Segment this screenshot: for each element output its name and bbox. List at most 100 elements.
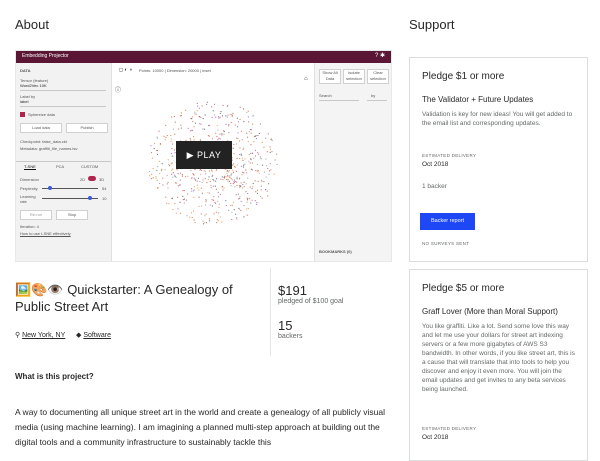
scatter-point [237, 198, 240, 200]
scatter-point [202, 179, 204, 181]
show-all-data-button[interactable]: Show All Data [319, 69, 341, 84]
scatter-point [172, 208, 174, 211]
scatter-point [212, 185, 214, 187]
scatter-point [230, 174, 232, 176]
scatter-point [240, 130, 243, 132]
scatter-point [173, 149, 176, 151]
scatter-point [156, 187, 159, 189]
scatter-point [156, 169, 158, 172]
projector-data-panel: DATA Tensor (feature) Word2Vec 10K Label… [16, 63, 112, 261]
tab-pca[interactable]: PCA [56, 164, 64, 169]
scatter-point [166, 134, 168, 137]
publish-button[interactable]: Publish [66, 123, 108, 133]
pledge-card-2[interactable]: Pledge $5 or more Graff Lover (More than… [409, 269, 588, 461]
scatter-point [187, 175, 189, 177]
scatter-point [216, 222, 218, 224]
scatter-point [192, 190, 194, 192]
scatter-point [161, 168, 163, 170]
backer-report-button[interactable]: Backer report [420, 213, 475, 230]
about-heading: About [15, 17, 49, 32]
scatter-point [247, 110, 249, 112]
scatter-point [228, 169, 231, 172]
scatter-point [202, 223, 205, 225]
project-location-link[interactable]: ⚲ New York, NY [15, 331, 65, 339]
scatter-point [190, 169, 192, 172]
scatter-point [162, 184, 164, 186]
isolate-selection-button[interactable]: Isolate selection [343, 69, 365, 84]
scatter-point [216, 135, 218, 138]
scatter-point [227, 180, 229, 182]
scatter-point [240, 182, 242, 184]
scatter-point [206, 103, 208, 105]
tsne-help-link[interactable]: How to use t-SNE effectively [20, 231, 71, 236]
scatter-point [212, 110, 214, 112]
load-data-button[interactable]: Load data [20, 123, 62, 133]
tab-custom[interactable]: CUSTOM [81, 164, 98, 169]
scatter-point [150, 178, 153, 180]
tensor-select[interactable]: Word2Vec 10K [20, 83, 47, 88]
scatter-point [232, 169, 234, 171]
scatter-point [226, 170, 229, 172]
scatter-point [189, 216, 191, 218]
scatter-point [239, 153, 241, 156]
scatter-point [219, 138, 221, 140]
scatter-point [233, 143, 235, 146]
scatter-point [209, 218, 211, 220]
scatter-point [247, 141, 249, 143]
perplexity-value: 54 [102, 186, 107, 191]
scatter-point [261, 164, 264, 166]
search-input[interactable]: Search [319, 93, 332, 98]
scatter-point [242, 108, 245, 110]
scatter-point [276, 153, 278, 155]
scatter-point [227, 114, 229, 116]
play-icon: ▶ [186, 150, 195, 160]
scatter-point [239, 185, 241, 187]
scatter-point [183, 189, 185, 192]
pledge-card-1[interactable]: Pledge $1 or more The Validator + Future… [409, 57, 588, 262]
scatter-point [161, 169, 163, 172]
scatter-point [167, 181, 169, 183]
sphereize-checkbox[interactable] [20, 112, 25, 117]
scatter-point [265, 158, 267, 160]
scatter-point [219, 193, 221, 196]
delivery-label: ESTIMATED DELIVERY [422, 426, 477, 431]
scatter-point [217, 191, 219, 193]
perplexity-slider[interactable] [48, 186, 52, 190]
scatter-point [214, 185, 216, 187]
stop-button[interactable]: Stop [56, 210, 88, 220]
rerun-button[interactable]: Re-run [20, 210, 52, 220]
scatter-point [264, 137, 267, 139]
dim-2d-option[interactable]: 2D [80, 177, 85, 182]
scatter-point [250, 168, 253, 170]
label-by-select[interactable]: label [20, 99, 28, 104]
clear-selection-button[interactable]: Clear selection [367, 69, 389, 84]
scatter-point [156, 149, 158, 152]
scatter-point [159, 182, 161, 185]
tab-tsne[interactable]: T-SNE [24, 164, 36, 170]
project-video[interactable]: Embedding Projector ? ✱ DATA Tensor (fea… [15, 50, 392, 262]
scatter-point [174, 174, 176, 176]
scatter-point [255, 137, 258, 140]
scatter-point [209, 204, 211, 206]
scatter-point [223, 177, 226, 179]
scatter-point [242, 183, 244, 186]
scatter-point [225, 176, 227, 178]
scatter-point [191, 177, 193, 179]
bookmarks-label[interactable]: BOOKMARKS (0) [319, 249, 352, 254]
search-by-select[interactable]: by [371, 93, 375, 98]
scatter-point [168, 163, 170, 165]
dim-3d-option[interactable]: 3D [99, 177, 104, 182]
project-category-link[interactable]: ◆ Software [76, 331, 111, 339]
dimension-toggle[interactable] [88, 176, 96, 181]
scatter-point [153, 148, 155, 150]
scatter-point [194, 111, 196, 113]
scatter-point [180, 127, 183, 129]
scatter-point [175, 176, 177, 178]
play-button[interactable]: ▶ PLAY [176, 141, 232, 169]
scatter-point [256, 163, 258, 165]
scatter-point [243, 181, 245, 183]
scatter-point [174, 202, 176, 205]
scatter-point [221, 221, 223, 223]
scatter-point [219, 133, 221, 135]
learning-rate-slider[interactable] [88, 196, 92, 200]
